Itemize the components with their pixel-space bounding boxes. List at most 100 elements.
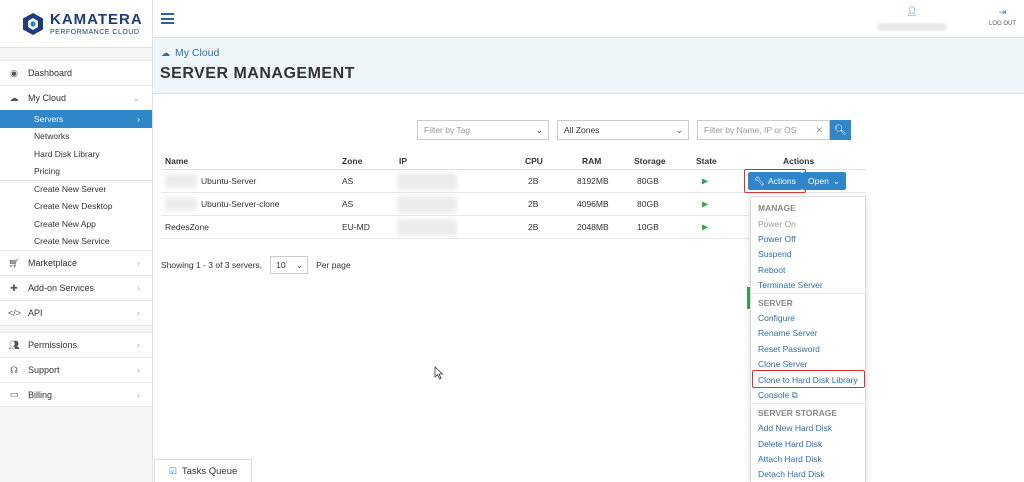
clear-icon[interactable]: ✕: [815, 125, 823, 136]
sidebar: KAMATERA PERFORMANCE CLOUD ◉ Dashboard ☁…: [0, 0, 153, 482]
sidebar-item-my-cloud[interactable]: ☁ My Cloud ⌄: [0, 85, 152, 110]
sidebar-item-create-service[interactable]: Create New Service: [0, 233, 152, 251]
breadcrumb[interactable]: ☁ My Cloud: [161, 47, 219, 59]
col-name[interactable]: Name: [165, 156, 188, 166]
menu-item-rename-server[interactable]: Rename Server: [758, 328, 818, 338]
menu-toggle-icon[interactable]: [161, 13, 174, 24]
sidebar-item-hard-disk-library[interactable]: Hard Disk Library: [0, 145, 152, 163]
col-cpu[interactable]: CPU: [525, 156, 543, 166]
server-ram: 4096MB: [577, 199, 609, 209]
sidebar-item-networks[interactable]: Networks: [0, 128, 152, 146]
search-button[interactable]: 🔍︎: [830, 120, 851, 140]
menu-item-terminate-server[interactable]: Terminate Server: [758, 280, 823, 290]
server-ram: 2048MB: [577, 222, 609, 232]
server-name[interactable]: RedesZone: [165, 222, 209, 232]
server-storage: 10GB: [637, 222, 659, 232]
open-label: Open: [808, 176, 829, 186]
page-title: SERVER MANAGEMENT: [160, 65, 355, 82]
sidebar-item-addon-services[interactable]: ✚ Add-on Services ›: [0, 275, 152, 300]
sidebar-item-create-app[interactable]: Create New App: [0, 215, 152, 233]
menu-item-delete-hard-disk[interactable]: Delete Hard Disk: [758, 439, 822, 449]
menu-item-reboot[interactable]: Reboot: [758, 265, 785, 275]
app-root: KAMATERA PERFORMANCE CLOUD ◉ Dashboard ☁…: [0, 0, 1024, 482]
sidebar-item-permissions[interactable]: 👥︎ Permissions ›: [0, 332, 152, 357]
redacted-ip: [397, 173, 457, 190]
brand-logo[interactable]: KAMATERA PERFORMANCE CLOUD: [0, 0, 152, 48]
col-zone[interactable]: Zone: [342, 156, 362, 166]
sidebar-item-support[interactable]: ☊ Support ›: [0, 357, 152, 382]
sidebar-item-label: Dashboard: [28, 68, 73, 78]
sidebar-item-api[interactable]: </> API ›: [0, 300, 152, 325]
server-name[interactable]: Ubuntu-Server: [201, 176, 256, 186]
cart-icon: 🛒︎: [8, 257, 20, 268]
table-row[interactable]: Ubuntu-Server AS 2B 8192MB 80GB ▶ 🔧︎ Act…: [161, 169, 866, 193]
menu-divider: [751, 293, 865, 294]
search-icon: 🔍︎: [834, 124, 847, 136]
menu-item-console[interactable]: Console ⧉: [758, 390, 798, 401]
sidebar-item-billing[interactable]: ▭ Billing ›: [0, 382, 152, 407]
tasks-queue-tab[interactable]: ☑ Tasks Queue: [154, 459, 252, 482]
users-icon: 👥︎: [8, 339, 20, 350]
open-button[interactable]: Open ⌄: [802, 172, 846, 190]
server-cpu: 2B: [528, 222, 539, 232]
user-menu[interactable]: 👤︎: [872, 6, 952, 31]
tag-filter-select[interactable]: Filter by Tag ⌄: [417, 120, 549, 140]
brand-tagline: PERFORMANCE CLOUD: [50, 28, 140, 36]
mouse-cursor-icon: [434, 366, 444, 380]
menu-divider: [751, 403, 865, 404]
chevron-right-icon: ›: [137, 283, 140, 293]
credit-card-icon: ▭: [9, 389, 19, 399]
sidebar-item-servers[interactable]: Servers ›: [0, 110, 152, 128]
sidebar-item-label: Marketplace: [28, 258, 78, 268]
menu-item-attach-hard-disk[interactable]: Attach Hard Disk: [758, 454, 822, 464]
user-icon: 👤︎: [906, 6, 918, 16]
breadcrumb-label: My Cloud: [175, 47, 220, 59]
col-ip[interactable]: IP: [399, 156, 407, 166]
dashboard-icon: ◉: [10, 67, 18, 78]
sidebar-item-label: My Cloud: [28, 93, 67, 103]
menu-item-reset-password[interactable]: Reset Password: [758, 344, 820, 354]
headset-icon: ☊: [10, 364, 18, 375]
page-size-select[interactable]: 10 ⌄: [270, 256, 309, 274]
server-zone: EU-MD: [342, 222, 370, 232]
sidebar-item-marketplace[interactable]: 🛒︎ Marketplace ›: [0, 250, 152, 275]
server-zone: AS: [342, 176, 354, 186]
col-storage[interactable]: Storage: [634, 156, 666, 166]
sidebar-item-label: Pricing: [34, 166, 60, 177]
clone-highlight: [752, 370, 865, 388]
table-header: Name Zone IP CPU RAM Storage State Actio…: [161, 152, 866, 170]
menu-item-clone-server[interactable]: Clone Server: [758, 359, 808, 369]
menu-item-power-on: Power On: [758, 219, 796, 229]
menu-item-power-off[interactable]: Power Off: [758, 234, 796, 244]
menu-item-suspend[interactable]: Suspend: [758, 249, 792, 259]
logout-button[interactable]: ⇥ LOG OUT: [989, 7, 1016, 27]
chevron-down-icon: ⌄: [832, 175, 840, 186]
checkbox-icon: ☑: [168, 465, 177, 476]
sidebar-item-label: Billing: [28, 389, 53, 400]
col-ram[interactable]: RAM: [582, 156, 601, 166]
server-ram: 8192MB: [577, 176, 609, 186]
zone-filter-select[interactable]: All Zones ⌄: [557, 120, 689, 140]
chevron-down-icon: ⌄: [675, 125, 683, 135]
sidebar-divider: [0, 325, 152, 332]
chevron-down-icon: ⌄: [535, 125, 543, 135]
sidebar-item-create-desktop[interactable]: Create New Desktop: [0, 198, 152, 216]
sidebar-item-label: Permissions: [28, 340, 78, 350]
kamatera-logo-icon: [23, 12, 43, 35]
sidebar-item-pricing[interactable]: Pricing: [0, 163, 152, 181]
server-cpu: 2B: [528, 199, 539, 209]
state-running-icon: ▶: [702, 176, 709, 186]
menu-item-add-hard-disk[interactable]: Add New Hard Disk: [758, 423, 832, 433]
redacted-ip: [397, 219, 457, 236]
chevron-right-icon: ›: [137, 113, 140, 124]
sidebar-item-dashboard[interactable]: ◉ Dashboard: [0, 60, 152, 85]
col-state[interactable]: State: [696, 156, 717, 166]
server-name[interactable]: Ubuntu-Server-clone: [201, 199, 279, 209]
server-cpu: 2B: [528, 176, 539, 186]
menu-item-detach-hard-disk[interactable]: Detach Hard Disk: [758, 469, 825, 479]
sidebar-item-create-server[interactable]: Create New Server: [0, 180, 152, 198]
menu-item-configure[interactable]: Configure: [758, 313, 795, 323]
sidebar-item-label: Networks: [34, 131, 70, 142]
sidebar-item-label: Create New Service: [34, 236, 110, 247]
search-input[interactable]: Filter by Name, IP or OS ✕: [697, 120, 830, 140]
